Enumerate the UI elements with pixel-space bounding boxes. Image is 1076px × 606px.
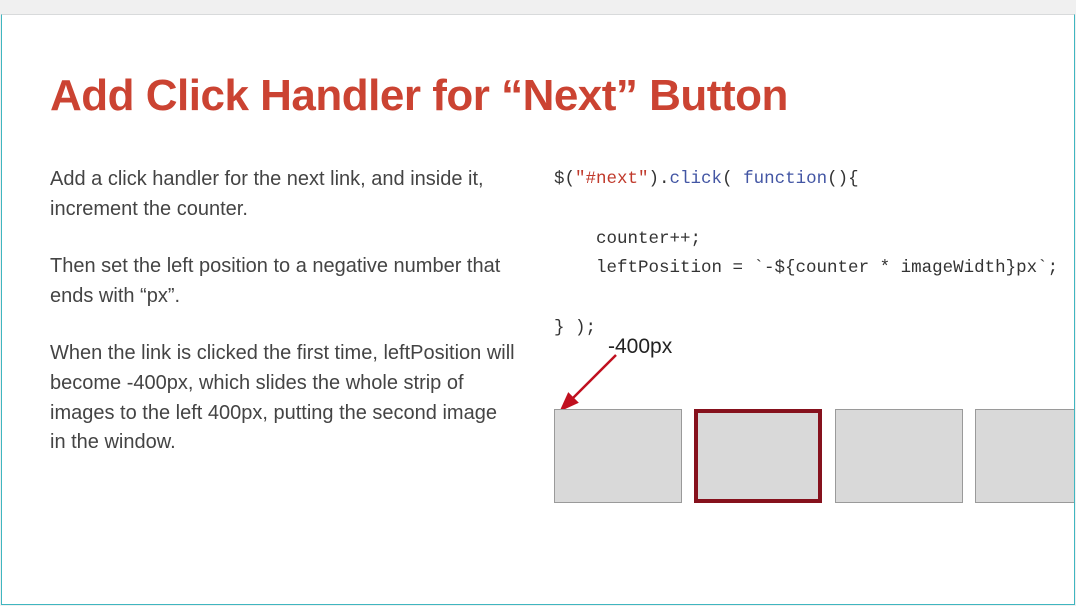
slide-title: Add Click Handler for “Next” Button xyxy=(50,73,1026,119)
code-click-method: click xyxy=(670,169,723,189)
code-block: $("#next").click( function(){ counter++;… xyxy=(554,165,1058,344)
code-dollar: $( xyxy=(554,169,575,189)
image-frame xyxy=(975,409,1074,503)
code-selector: "#next" xyxy=(575,169,649,189)
paragraph-2: Then set the left position to a negative… xyxy=(50,252,515,311)
code-line3a: leftPosition = xyxy=(554,258,754,278)
paragraph-3: When the link is clicked the first time,… xyxy=(50,339,515,457)
arrow-icon xyxy=(554,331,694,421)
paragraph-1: Add a click handler for the next link, a… xyxy=(50,165,515,224)
code-function-kw: function xyxy=(743,169,827,189)
code-open-paren: ( xyxy=(722,169,743,189)
image-frame-selected xyxy=(694,409,822,503)
body-text-column: Add a click handler for the next link, a… xyxy=(50,165,515,486)
diagram: -400px xyxy=(554,331,1074,531)
slide-card: Add Click Handler for “Next” Button Add … xyxy=(1,14,1075,605)
code-dot: ). xyxy=(649,169,670,189)
code-template-literal: `-${counter * imageWidth}px` xyxy=(754,258,1048,278)
code-line3b: ; xyxy=(1048,258,1059,278)
image-frame xyxy=(835,409,963,503)
image-strip xyxy=(554,409,1074,509)
code-fn-paren: (){ xyxy=(827,169,859,189)
code-line2: counter++; xyxy=(554,229,701,249)
image-frame xyxy=(554,409,682,503)
